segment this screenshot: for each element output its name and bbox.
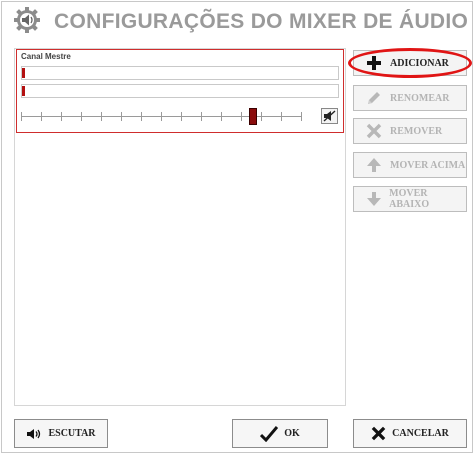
slider-tick (201, 112, 202, 121)
speaker-icon (27, 428, 41, 439)
remove-button-label: REMOVER (390, 125, 443, 137)
muted-speaker-icon (323, 110, 336, 122)
move-up-button-label: MOVER ACIMA (390, 159, 466, 171)
mute-button[interactable] (321, 108, 338, 124)
remove-button[interactable]: REMOVER (353, 118, 467, 144)
x-icon (366, 123, 382, 139)
move-down-button[interactable]: MOVER ABAIXO (353, 186, 467, 212)
slider-tick (21, 112, 22, 121)
slider-tick (281, 112, 282, 121)
ok-button[interactable]: OK (232, 419, 328, 448)
slider-tick (241, 112, 242, 121)
slider-tick (301, 112, 302, 121)
slider-tick (161, 112, 162, 121)
level-meter-right (21, 84, 339, 98)
arrow-up-icon (367, 158, 381, 172)
level-meter-right-fill (22, 86, 25, 96)
dialog-title: CONFIGURAÇÕES DO MIXER DE ÁUDIO (54, 10, 469, 33)
slider-tick (41, 112, 42, 121)
channel-strip-master[interactable]: Canal Mestre (16, 49, 344, 133)
cancel-button-label: CANCELAR (392, 428, 449, 439)
volume-slider[interactable] (21, 108, 338, 126)
dialog-header: CONFIGURAÇÕES DO MIXER DE ÁUDIO (0, 0, 476, 44)
highlight-ellipse (348, 48, 472, 78)
checkmark-icon (260, 425, 279, 442)
pencil-icon (368, 92, 380, 104)
slider-tick (121, 112, 122, 121)
channel-name: Canal Mestre (21, 52, 71, 61)
move-down-button-label: MOVER ABAIXO (389, 188, 430, 210)
slider-tick (61, 112, 62, 121)
level-meter-left (21, 66, 339, 80)
slider-thumb[interactable] (249, 108, 257, 125)
slider-tick (81, 112, 82, 121)
arrow-down-icon (366, 192, 381, 206)
slider-tick (261, 112, 262, 121)
level-meter-left-fill (22, 68, 25, 78)
x-icon (371, 426, 386, 441)
rename-button-label: RENOMEAR (390, 92, 450, 104)
rename-button[interactable]: RENOMEAR (353, 85, 467, 111)
channel-list-panel: Canal Mestre (14, 48, 346, 406)
slider-tick (141, 112, 142, 121)
slider-tick (181, 112, 182, 121)
move-up-button[interactable]: MOVER ACIMA (353, 152, 467, 178)
cancel-button[interactable]: CANCELAR (353, 419, 467, 448)
listen-button-label: ESCUTAR (48, 428, 96, 439)
slider-tick (101, 112, 102, 121)
slider-tick (221, 112, 222, 121)
ok-button-label: OK (284, 428, 300, 439)
gear-speaker-icon (14, 7, 40, 33)
listen-button[interactable]: ESCUTAR (14, 419, 108, 448)
